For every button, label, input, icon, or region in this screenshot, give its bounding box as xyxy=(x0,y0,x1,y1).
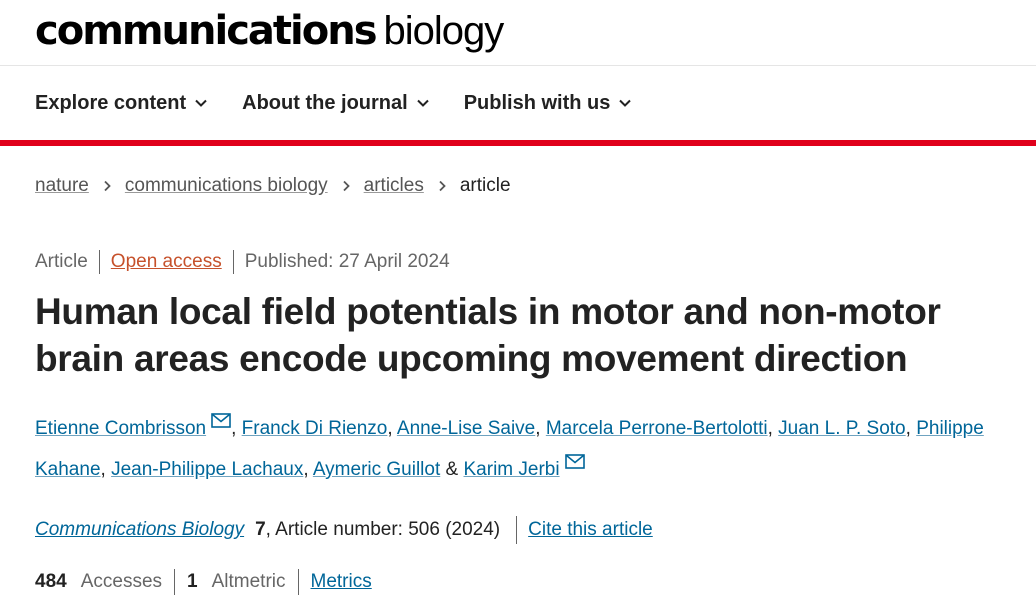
nav-about-journal[interactable]: About the journal xyxy=(242,92,430,115)
metrics-link[interactable]: Metrics xyxy=(311,571,372,593)
author-separator: , xyxy=(231,418,237,439)
metrics-divider xyxy=(297,569,299,595)
chevron-right-icon xyxy=(104,180,111,192)
author-link[interactable]: Franck Di Rienzo xyxy=(242,418,388,439)
altmetric-label: Altmetric xyxy=(211,571,286,592)
nav-explore-content[interactable]: Explore content xyxy=(35,92,208,115)
author-list: Etienne Combrisson, Franck Di Rienzo, An… xyxy=(35,408,1025,490)
nav-item-label: About the journal xyxy=(242,91,408,114)
author-link[interactable]: Anne-Lise Saive xyxy=(397,418,535,439)
citation-row: Communications Biology 7 , Article numbe… xyxy=(35,516,653,544)
accent-divider xyxy=(0,140,1036,146)
logo-bold-text: communications xyxy=(35,7,378,54)
metrics-row: 484 Accesses 1 Altmetric Metrics xyxy=(35,569,372,595)
open-access-link[interactable]: Open access xyxy=(111,251,222,273)
journal-link[interactable]: Communications Biology xyxy=(35,519,244,541)
altmetric-count: 1 xyxy=(187,571,198,592)
main-nav: Explore content About the journal Publis… xyxy=(0,66,1036,140)
email-icon[interactable] xyxy=(211,413,231,428)
cite-this-article-link[interactable]: Cite this article xyxy=(528,519,653,541)
nav-item-label: Explore content xyxy=(35,91,187,114)
author-separator: , xyxy=(905,418,911,439)
author-link[interactable]: Etienne Combrisson xyxy=(35,418,206,439)
logo-bar: communications biology xyxy=(0,0,1036,66)
meta-divider xyxy=(232,250,234,274)
site-header: communications biology Explore content Ab… xyxy=(0,0,1036,146)
accesses-count: 484 xyxy=(35,571,67,592)
logo-light-text: biology xyxy=(383,8,505,53)
citation-divider xyxy=(516,516,518,544)
author-separator: , xyxy=(767,418,773,439)
breadcrumb-articles[interactable]: articles xyxy=(364,175,424,197)
journal-logo[interactable]: communications biology xyxy=(35,7,505,54)
author-separator: , xyxy=(535,418,541,439)
author-link[interactable]: Marcela Perrone-Bertolotti xyxy=(546,418,768,439)
breadcrumb-communications-biology[interactable]: communications biology xyxy=(125,175,328,197)
metrics-divider xyxy=(174,569,176,595)
chevron-right-icon xyxy=(439,180,446,192)
author-link[interactable]: Karim Jerbi xyxy=(464,459,560,480)
article-title: Human local field potentials in motor an… xyxy=(35,291,941,379)
breadcrumb-nature[interactable]: nature xyxy=(35,175,89,197)
volume-number: 7 xyxy=(255,519,266,540)
nav-publish-with-us[interactable]: Publish with us xyxy=(464,92,633,115)
chevron-down-icon xyxy=(416,99,429,107)
author-separator-and: & xyxy=(445,459,459,480)
article-type: Article xyxy=(35,251,88,272)
published-date: Published: 27 April 2024 xyxy=(244,251,450,272)
nav-item-label: Publish with us xyxy=(463,91,611,114)
author-separator: , xyxy=(303,459,309,480)
author-link[interactable]: Aymeric Guillot xyxy=(313,459,440,480)
author-link[interactable]: Jean-Philippe Lachaux xyxy=(111,459,303,480)
article-number: , Article number: 506 (2024) xyxy=(265,519,501,540)
accesses-label: Accesses xyxy=(80,571,163,592)
chevron-right-icon xyxy=(343,180,350,192)
chevron-down-icon xyxy=(619,99,632,107)
email-icon[interactable] xyxy=(564,454,585,469)
chevron-down-icon xyxy=(195,99,207,107)
article-meta: Article Open access Published: 27 April … xyxy=(35,250,450,274)
author-link[interactable]: Juan L. P. Soto xyxy=(778,418,905,439)
author-separator: , xyxy=(387,418,393,439)
breadcrumb-current: article xyxy=(459,175,511,196)
breadcrumb: nature communications biology articles a… xyxy=(35,175,511,197)
meta-divider xyxy=(98,250,100,274)
author-separator: , xyxy=(100,459,106,480)
